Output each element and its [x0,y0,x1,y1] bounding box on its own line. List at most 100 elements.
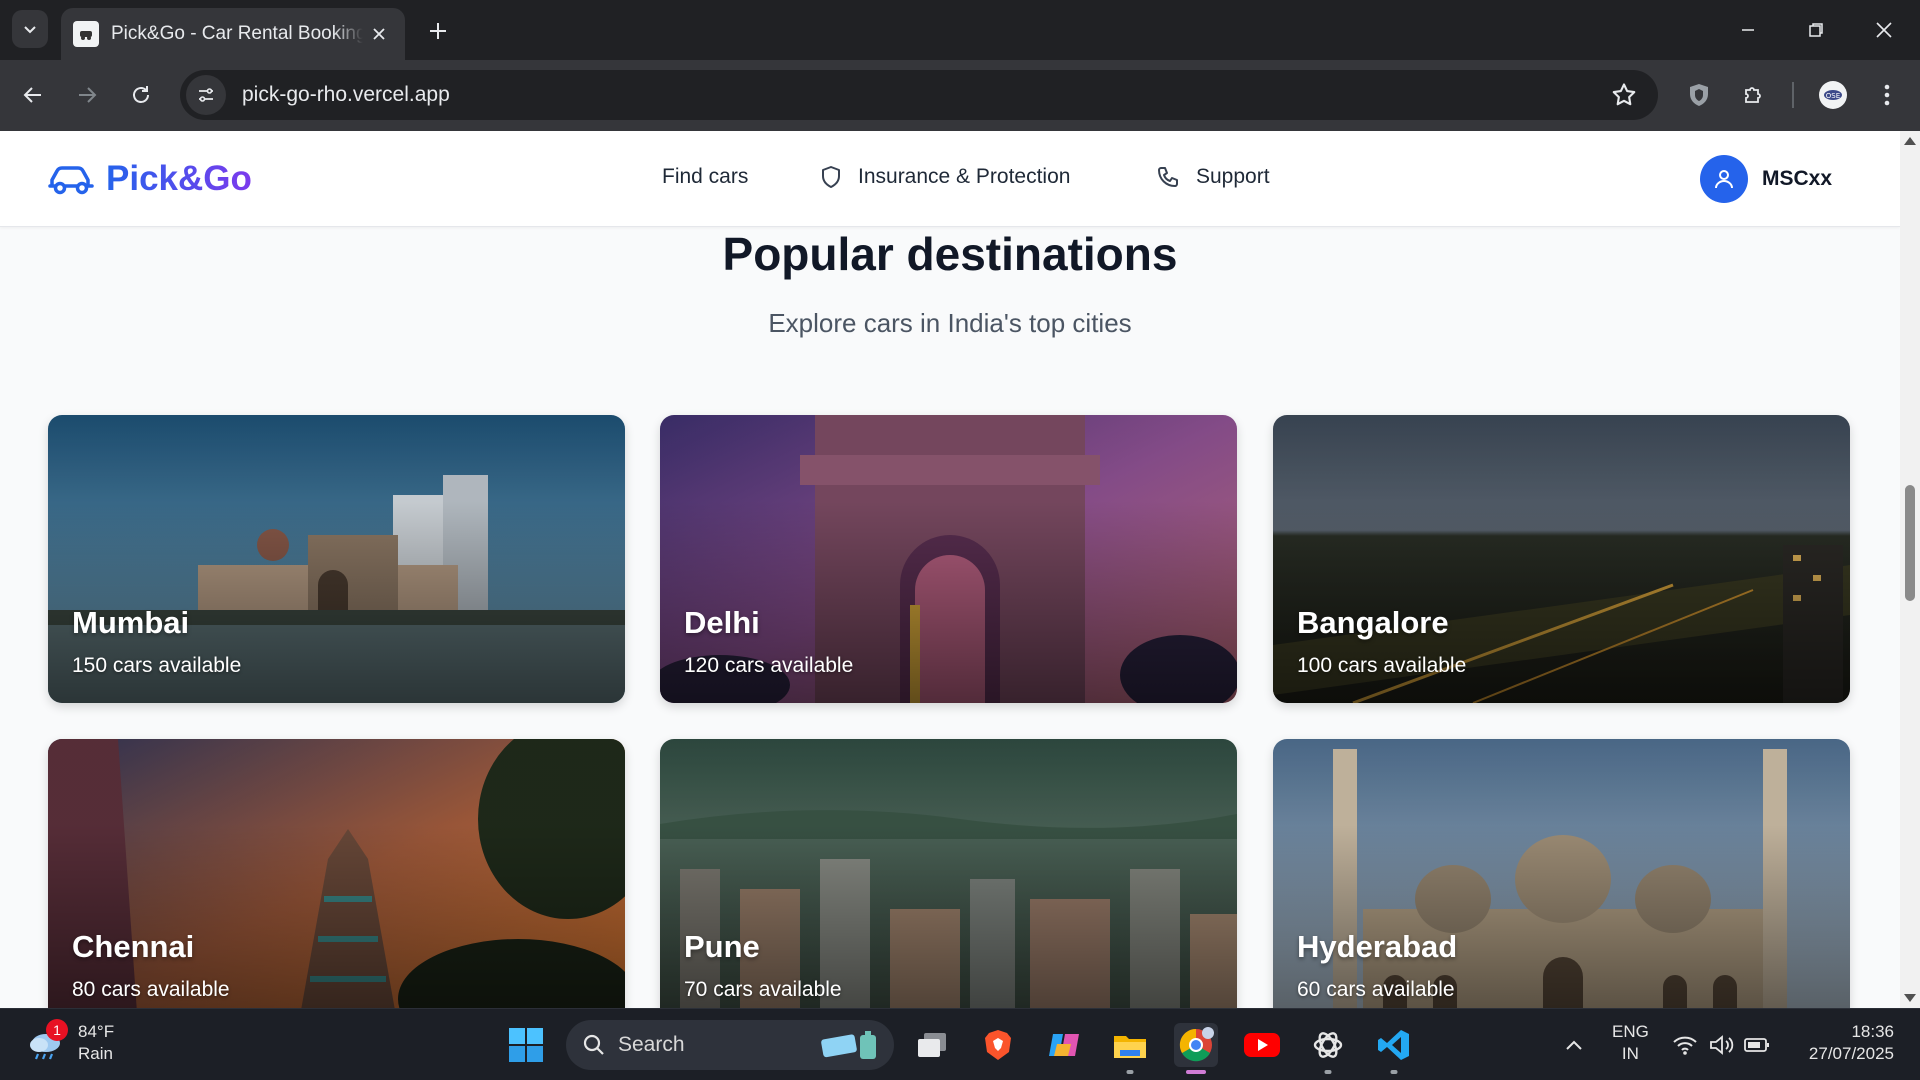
start-button[interactable] [508,1027,544,1063]
address-bar[interactable]: pick-go-rho.vercel.app [180,70,1658,120]
taskbar-brave[interactable] [976,1023,1020,1067]
browser-toolbar: pick-go-rho.vercel.app OSE [0,60,1920,131]
page-scrollbar[interactable] [1900,131,1920,1008]
nav-insurance[interactable]: Insurance & Protection [820,165,1070,189]
windows-icon [509,1028,543,1062]
volume-icon [1710,1035,1734,1055]
site-info-button[interactable] [186,75,226,115]
card-city: Pune [684,929,760,964]
scroll-down-arrow[interactable] [1904,994,1916,1002]
site-header: Pick&Go Find cars Insurance & Protection… [0,131,1900,227]
chevron-up-icon [1566,1040,1582,1050]
menu-button[interactable] [1870,78,1904,112]
brave-icon [985,1030,1011,1060]
restore-icon [1809,23,1823,37]
close-window-button[interactable] [1856,8,1912,52]
card-count: 120 cars available [684,654,854,677]
taskbar-chrome[interactable] [1174,1023,1218,1074]
clock[interactable]: 18:36 27/07/2025 [1794,1021,1894,1065]
nav-find-cars[interactable]: Find cars [662,165,748,189]
shield-icon [1690,84,1708,106]
taskbar-file-explorer[interactable] [1108,1023,1152,1074]
app-indicator [1390,1070,1398,1074]
taskbar: 1 84°F Rain Search ENG IN 18:36 27/07/20… [0,1008,1920,1080]
quick-settings[interactable] [1666,1023,1776,1067]
app-indicator [1126,1070,1134,1074]
restore-button[interactable] [1788,8,1844,52]
battery-icon [1744,1038,1769,1052]
site-logo[interactable]: Pick&Go [48,159,252,199]
logo-text: Pick&Go [106,159,252,198]
username: MSCxx [1762,167,1833,190]
taskbar-youtube[interactable] [1240,1023,1284,1067]
chatgpt-icon [1313,1032,1343,1058]
nav-insurance-label: Insurance & Protection [858,165,1071,188]
new-tab-button[interactable] [421,14,455,48]
browser-tabstrip: Pick&Go - Car Rental Booking Platform [0,0,1920,60]
puzzle-icon [1745,87,1761,103]
destination-card-mumbai[interactable]: Mumbai 150 cars available [48,415,625,703]
cloud-rain-icon: 1 [26,1019,68,1063]
avatar [1700,155,1748,203]
reload-button[interactable] [120,74,162,116]
card-city: Mumbai [72,605,190,640]
language-line1: ENG [1612,1022,1649,1041]
taskbar-task-view[interactable] [910,1023,954,1067]
language-indicator[interactable]: ENG IN [1612,1021,1649,1065]
destination-card-bangalore[interactable]: Bangalore 100 cars available [1273,415,1850,703]
tab-search-button[interactable] [12,10,48,48]
more-vert-icon [1884,84,1890,106]
brave-shield-extension[interactable] [1682,78,1716,112]
star-icon[interactable] [1610,81,1638,109]
youtube-icon [1244,1033,1280,1057]
profile-avatar-icon: OSE [1819,81,1847,109]
task-view-icon [918,1033,946,1057]
taskbar-vscode[interactable] [1372,1023,1416,1074]
scroll-thumb[interactable] [1905,485,1915,601]
weather-temp: 84°F [78,1022,115,1041]
taskbar-chatgpt[interactable] [1306,1023,1350,1074]
chrome-icon [1179,1027,1214,1062]
weather-widget[interactable]: 1 84°F Rain [26,1019,114,1065]
minimize-button[interactable] [1720,8,1776,52]
taskbar-copilot[interactable] [1042,1023,1086,1067]
nav-find-cars-label: Find cars [662,165,749,188]
arrow-left-icon [23,87,41,103]
chevron-down-icon [24,26,36,34]
taskbar-search[interactable]: Search [566,1020,894,1070]
show-hidden-icons[interactable] [1552,1023,1596,1067]
destination-card-pune[interactable]: Pune 70 cars available [660,739,1237,1008]
scroll-up-arrow[interactable] [1904,137,1916,145]
card-count: 60 cars available [1297,978,1455,1001]
card-city: Delhi [684,605,760,640]
tab-close-button[interactable] [367,22,391,46]
card-city: Bangalore [1297,605,1449,640]
app-indicator-active [1186,1070,1206,1074]
page-viewport: Pick&Go Find cars Insurance & Protection… [0,131,1900,1008]
folder-icon [1114,1036,1146,1058]
search-icon [583,1034,604,1055]
close-icon [373,28,385,40]
reload-icon [133,86,149,103]
back-button[interactable] [12,74,54,116]
tab-title: Pick&Go - Car Rental Booking Platform [111,23,363,44]
plus-icon [430,23,446,39]
minimize-icon [1742,29,1754,31]
travel-highlight-icon [821,1031,876,1059]
destination-card-chennai[interactable]: Chennai 80 cars available [48,739,625,1008]
extensions-button[interactable] [1736,78,1770,112]
tune-icon [199,88,213,102]
destination-card-delhi[interactable]: Delhi 120 cars available [660,415,1237,703]
app-indicator [1324,1070,1332,1074]
weather-text: 84°F Rain [78,1021,114,1065]
user-menu[interactable]: MSCxx [1700,155,1832,203]
card-overlay [1273,739,1850,1008]
profile-button[interactable]: OSE [1816,78,1850,112]
wifi-icon [1673,1036,1697,1055]
browser-tab-active[interactable]: Pick&Go - Car Rental Booking Platform [61,8,405,60]
forward-button[interactable] [66,74,108,116]
card-count: 100 cars available [1297,654,1467,677]
destination-card-hyderabad[interactable]: Hyderabad 60 cars available [1273,739,1850,1008]
clock-date: 27/07/2025 [1808,1044,1894,1063]
nav-support[interactable]: Support [1156,165,1270,189]
